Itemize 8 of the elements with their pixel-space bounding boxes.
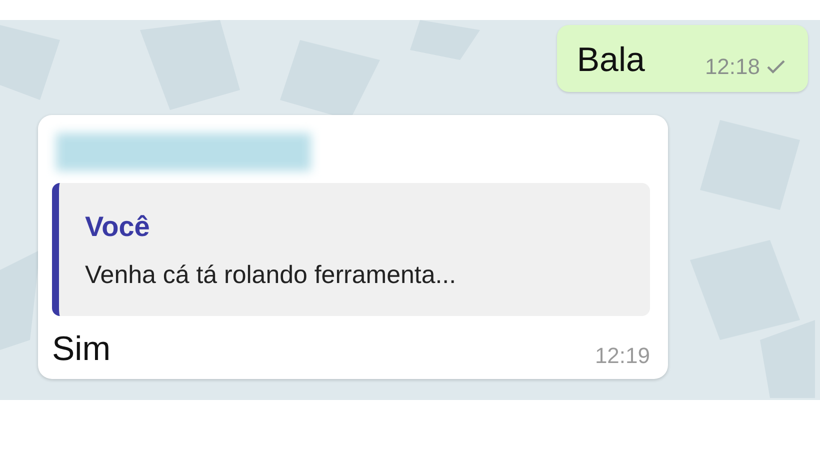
quote-text: Venha cá tá rolando ferramenta... [85, 261, 458, 290]
message-time: 12:18 [704, 54, 760, 80]
quote-author: Você [85, 211, 151, 243]
message-text: Sim [52, 330, 111, 369]
message-text: Bala [576, 41, 645, 80]
wallpaper-shape [410, 20, 480, 60]
quoted-message[interactable]: Você Venha cá tá rolando ferramenta... [52, 183, 650, 316]
message-time: 12:19 [594, 343, 650, 369]
